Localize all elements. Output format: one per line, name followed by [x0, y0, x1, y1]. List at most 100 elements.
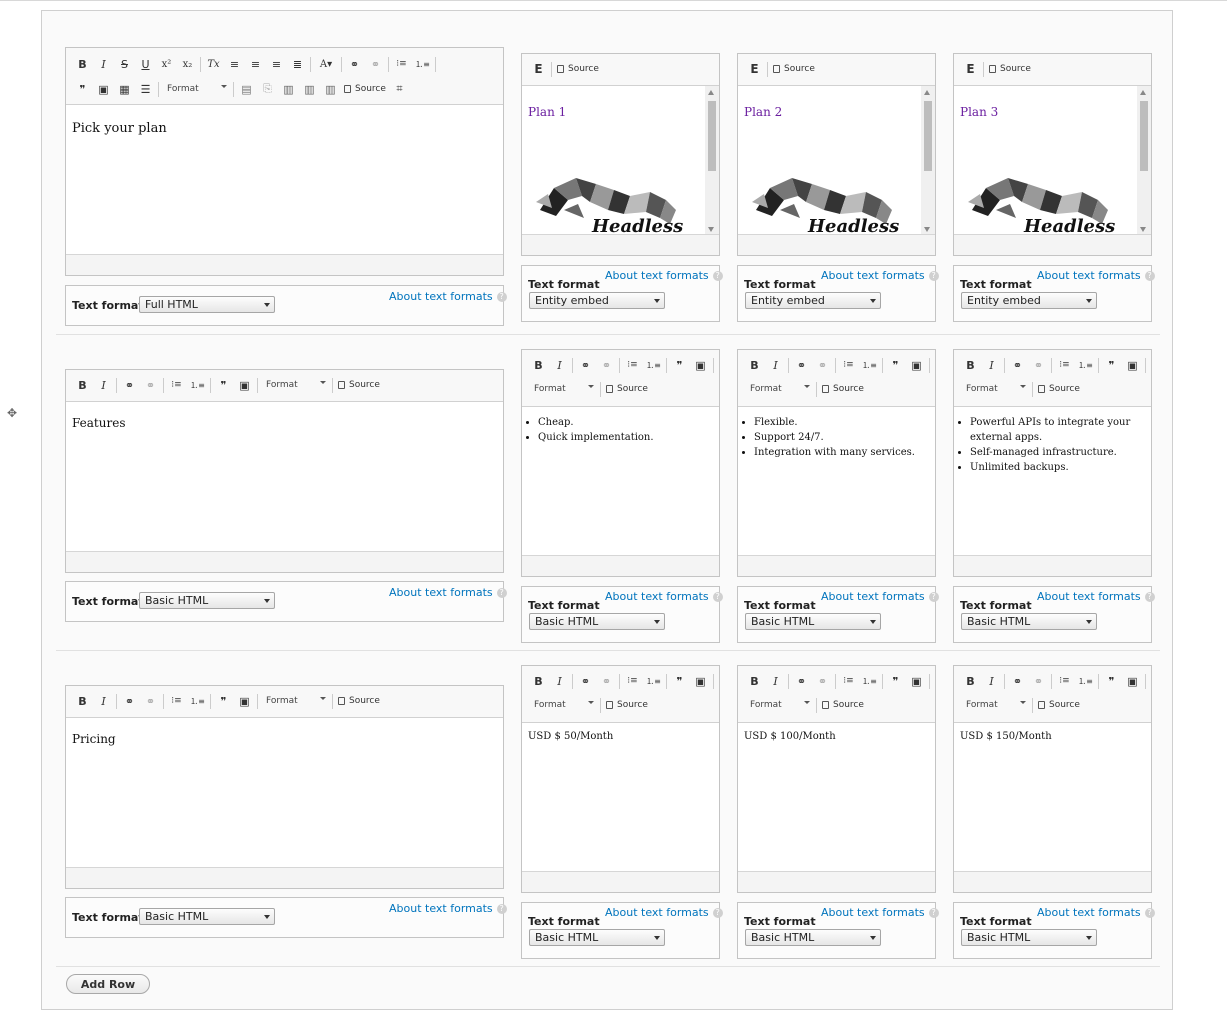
bulleted-list-button[interactable]: ⁝≡: [838, 671, 859, 691]
about-text-formats-link[interactable]: About text formats?: [605, 590, 723, 603]
align-center-button[interactable]: ≡: [245, 54, 266, 74]
format-dropdown[interactable]: Format: [960, 380, 1030, 398]
scroll-down-icon[interactable]: [708, 227, 714, 232]
text-format-select[interactable]: Basic HTML: [961, 929, 1097, 946]
bulleted-list-button[interactable]: ⁝≡: [391, 54, 412, 74]
unlink-button[interactable]: ⚭: [140, 375, 161, 395]
text-format-select[interactable]: Full HTML: [139, 296, 275, 313]
numbered-list-button[interactable]: ⒈≡: [187, 691, 208, 711]
scroll-thumb[interactable]: [1140, 101, 1148, 171]
text-format-select[interactable]: Basic HTML: [745, 929, 881, 946]
entity-embed-button[interactable]: E: [960, 59, 981, 79]
italic-button[interactable]: I: [93, 54, 114, 74]
scrollbar[interactable]: [921, 86, 935, 236]
italic-button[interactable]: I: [93, 375, 114, 395]
underline-button[interactable]: U: [135, 54, 156, 74]
bold-button[interactable]: B: [960, 671, 981, 691]
link-button[interactable]: ⚭: [791, 671, 812, 691]
bulleted-list-button[interactable]: ⁝≡: [166, 375, 187, 395]
scroll-thumb[interactable]: [708, 101, 716, 171]
blockquote-button[interactable]: ❞: [669, 671, 690, 691]
about-text-formats-link[interactable]: About text formats?: [1037, 590, 1155, 603]
link-button[interactable]: ⚭: [1007, 671, 1028, 691]
italic-button[interactable]: I: [981, 671, 1002, 691]
copy-button[interactable]: ⎘: [257, 79, 278, 99]
link-button[interactable]: ⚭: [344, 54, 365, 74]
italic-button[interactable]: I: [93, 691, 114, 711]
unlink-button[interactable]: ⚭: [812, 671, 833, 691]
format-dropdown[interactable]: Format: [528, 380, 598, 398]
source-button[interactable]: Source: [603, 695, 651, 715]
bold-button[interactable]: B: [72, 691, 93, 711]
remove-format-button[interactable]: Tx: [203, 54, 224, 74]
link-button[interactable]: ⚭: [575, 355, 596, 375]
numbered-list-button[interactable]: ⒈≡: [643, 671, 664, 691]
bulleted-list-button[interactable]: ⁝≡: [1054, 671, 1075, 691]
editor-content[interactable]: Plan 1 Headless: [522, 86, 719, 236]
cut-button[interactable]: ▤: [236, 79, 257, 99]
format-dropdown[interactable]: Format: [528, 696, 598, 714]
link-button[interactable]: ⚭: [119, 691, 140, 711]
editor-content[interactable]: USD $ 150/Month: [954, 723, 1151, 871]
image-button[interactable]: ▣: [690, 671, 711, 691]
source-button[interactable]: Source: [819, 695, 867, 715]
image-button[interactable]: ▣: [234, 691, 255, 711]
text-format-select[interactable]: Basic HTML: [529, 929, 665, 946]
bold-button[interactable]: B: [72, 375, 93, 395]
text-format-select[interactable]: Basic HTML: [961, 613, 1097, 630]
unlink-button[interactable]: ⚭: [596, 355, 617, 375]
link-button[interactable]: ⚭: [119, 375, 140, 395]
text-format-select[interactable]: Entity embed: [961, 292, 1097, 309]
format-dropdown[interactable]: Format: [960, 696, 1030, 714]
image-button[interactable]: ▣: [906, 355, 927, 375]
editor-content[interactable]: Pick your plan: [66, 105, 503, 254]
bold-button[interactable]: B: [72, 54, 93, 74]
add-row-button[interactable]: Add Row: [66, 974, 150, 994]
editor-content[interactable]: Plan 3 Headless: [954, 86, 1151, 236]
editor-content[interactable]: USD $ 50/Month: [522, 723, 719, 871]
horizontal-rule-button[interactable]: ☰: [135, 79, 156, 99]
editor-content[interactable]: Powerful APIs to integrate your external…: [954, 407, 1151, 555]
bold-button[interactable]: B: [960, 355, 981, 375]
text-format-select[interactable]: Basic HTML: [139, 908, 275, 925]
format-dropdown[interactable]: Format: [161, 80, 231, 98]
source-button[interactable]: Source: [1035, 379, 1083, 399]
drag-handle-icon[interactable]: ✥: [7, 407, 19, 419]
text-format-select[interactable]: Basic HTML: [745, 613, 881, 630]
paste-word-button[interactable]: ▥: [320, 79, 341, 99]
image-button[interactable]: ▣: [234, 375, 255, 395]
blockquote-button[interactable]: ❞: [213, 375, 234, 395]
text-format-select[interactable]: Entity embed: [529, 292, 665, 309]
source-button[interactable]: Source: [341, 79, 389, 99]
scroll-up-icon[interactable]: [708, 90, 714, 95]
bold-button[interactable]: B: [528, 355, 549, 375]
text-format-select[interactable]: Basic HTML: [139, 592, 275, 609]
link-button[interactable]: ⚭: [575, 671, 596, 691]
text-format-select[interactable]: Entity embed: [745, 292, 881, 309]
about-text-formats-link[interactable]: About text formats?: [389, 586, 507, 599]
text-format-select[interactable]: Basic HTML: [529, 613, 665, 630]
unlink-button[interactable]: ⚭: [812, 355, 833, 375]
about-text-formats-link[interactable]: About text formats?: [821, 269, 939, 282]
bold-button[interactable]: B: [744, 671, 765, 691]
editor-content[interactable]: Cheap.Quick implementation.: [522, 407, 719, 555]
format-dropdown[interactable]: Format: [260, 692, 330, 710]
entity-embed-button[interactable]: E: [744, 59, 765, 79]
numbered-list-button[interactable]: ⒈≡: [643, 355, 664, 375]
unlink-button[interactable]: ⚭: [140, 691, 161, 711]
numbered-list-button[interactable]: ⒈≡: [859, 671, 880, 691]
blockquote-button[interactable]: ❞: [669, 355, 690, 375]
blockquote-button[interactable]: ❞: [1101, 671, 1122, 691]
editor-content[interactable]: USD $ 100/Month: [738, 723, 935, 871]
strikethrough-button[interactable]: S: [114, 54, 135, 74]
image-button[interactable]: ▣: [1122, 355, 1143, 375]
source-button[interactable]: Source: [554, 59, 602, 79]
scroll-down-icon[interactable]: [924, 227, 930, 232]
numbered-list-button[interactable]: ⒈≡: [1075, 355, 1096, 375]
scroll-thumb[interactable]: [924, 101, 932, 171]
about-text-formats-link[interactable]: About text formats?: [1037, 906, 1155, 919]
format-dropdown[interactable]: Format: [744, 380, 814, 398]
numbered-list-button[interactable]: ⒈≡: [1075, 671, 1096, 691]
scroll-up-icon[interactable]: [924, 90, 930, 95]
about-text-formats-link[interactable]: About text formats?: [821, 590, 939, 603]
